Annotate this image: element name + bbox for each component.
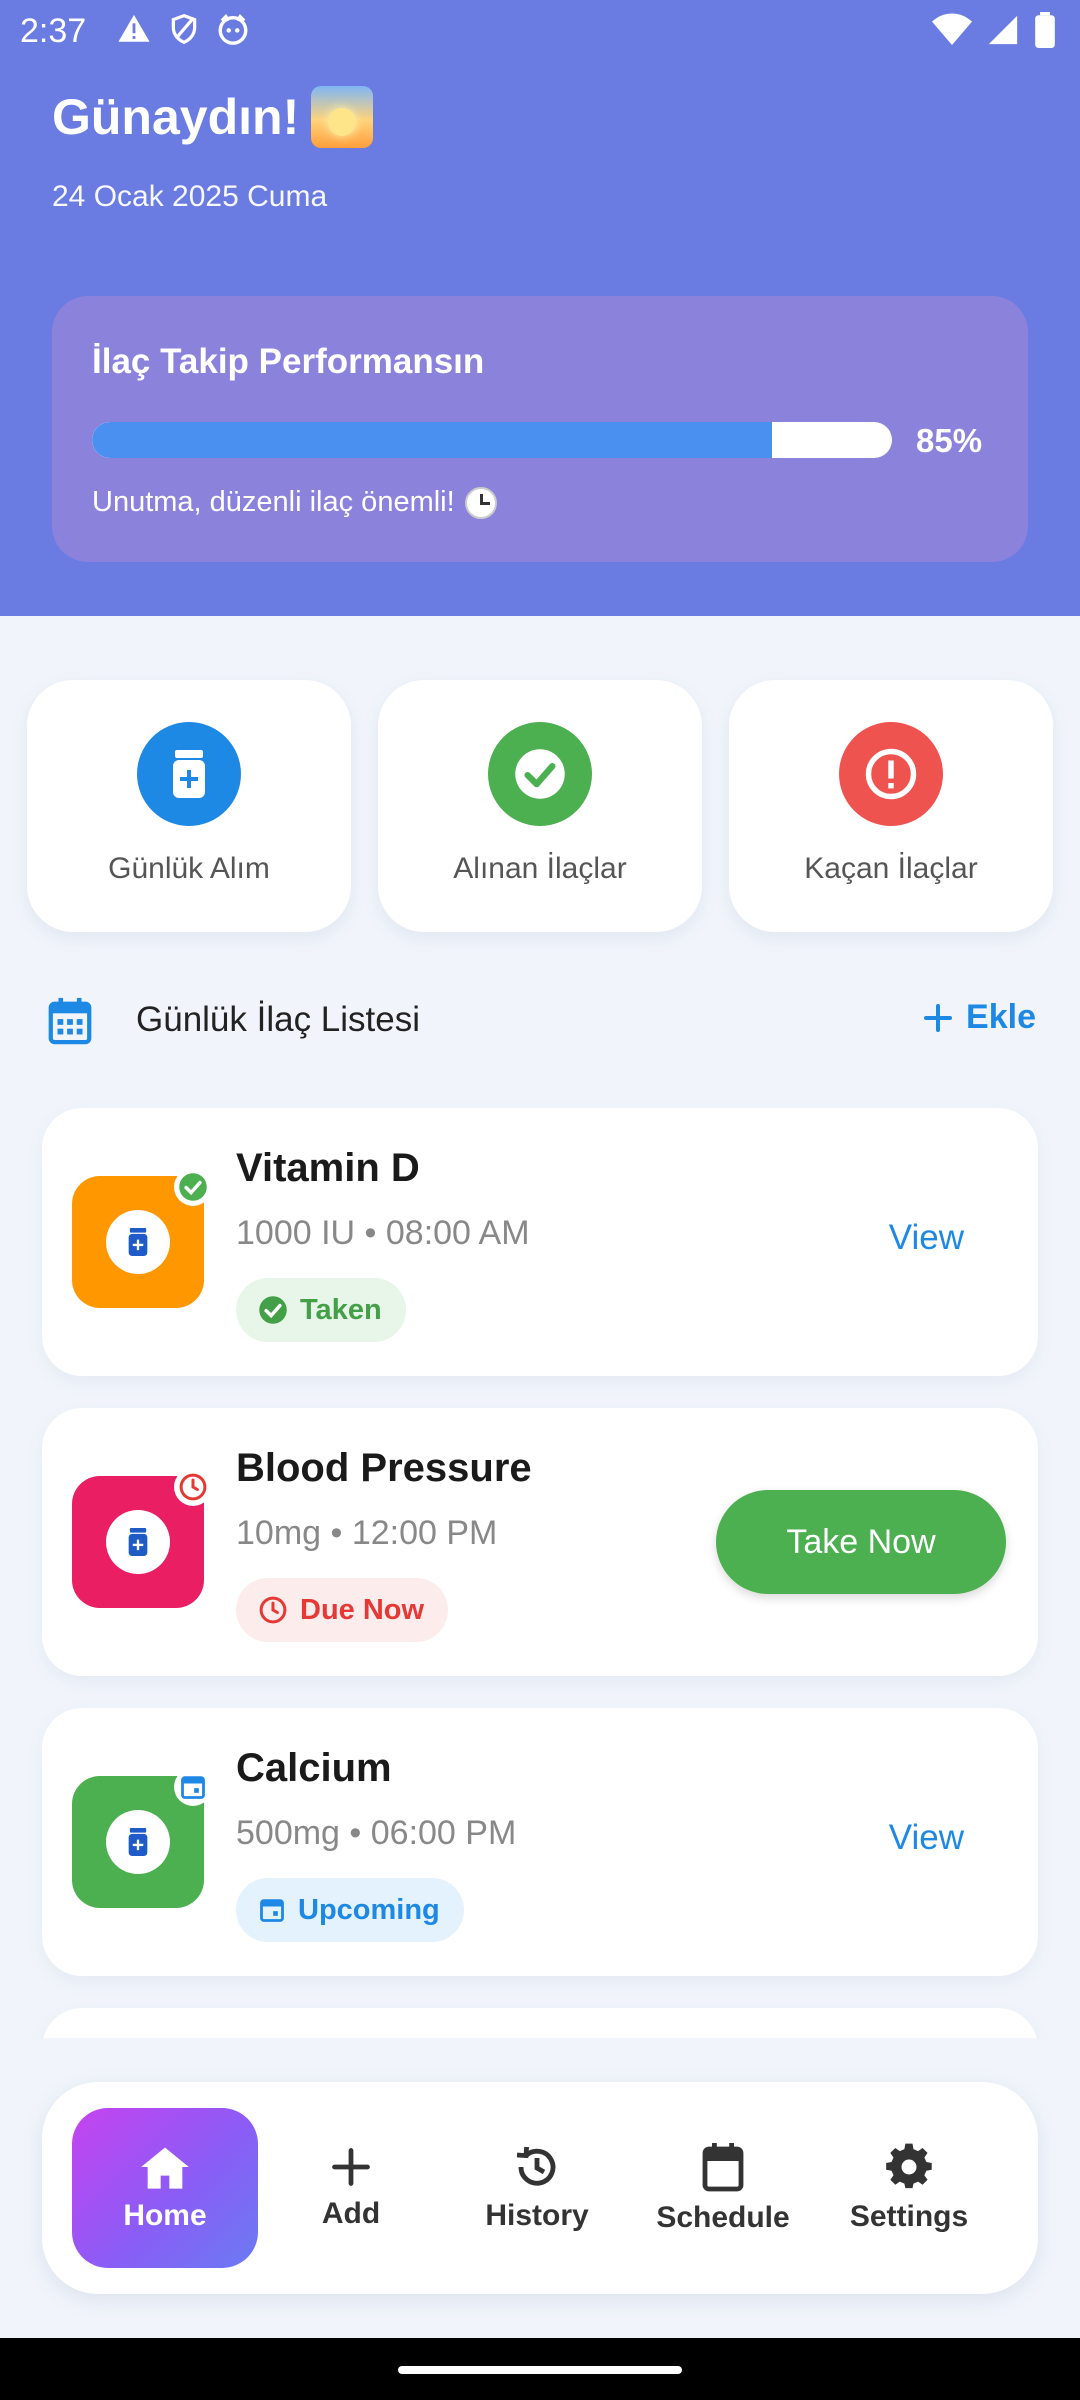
plus-icon bbox=[332, 2148, 370, 2186]
stat-card-taken[interactable]: Alınan İlaçlar bbox=[378, 680, 702, 932]
warning-icon bbox=[118, 14, 150, 42]
stats-row: Günlük Alım Alınan İlaçlar Kaçan İlaçlar bbox=[27, 680, 1053, 932]
take-now-button[interactable]: Take Now bbox=[716, 1490, 1006, 1594]
medication-thumbnail bbox=[72, 1468, 212, 1608]
clock-icon bbox=[464, 486, 497, 519]
clock-icon bbox=[259, 1596, 287, 1624]
performance-note: Unutma, düzenli ilaç önemli! bbox=[92, 486, 497, 519]
performance-note-text: Unutma, düzenli ilaç önemli! bbox=[92, 486, 455, 518]
medication-dose: 10mg • 12:00 PM bbox=[236, 1514, 498, 1552]
medication-thumbnail bbox=[72, 1168, 212, 1308]
progress-percent: 85% bbox=[916, 422, 983, 459]
status-label: Upcoming bbox=[298, 1893, 440, 1926]
shield-icon bbox=[171, 13, 197, 45]
medication-card-blood-pressure[interactable]: Blood Pressure 10mg • 12:00 PM Due Now T… bbox=[42, 1408, 1038, 1676]
add-label: Ekle bbox=[966, 998, 1036, 1036]
stat-card-missed[interactable]: Kaçan İlaçlar bbox=[729, 680, 1053, 932]
bottom-navigation: Home Add History Schedule Settings bbox=[42, 2082, 1038, 2294]
history-icon bbox=[516, 2146, 556, 2186]
greeting-text: Günaydın! bbox=[52, 89, 300, 145]
status-time: 2:37 bbox=[20, 12, 87, 50]
home-gesture-handle[interactable] bbox=[398, 2366, 682, 2374]
progress-fill bbox=[92, 422, 772, 458]
medication-dose: 500mg • 06:00 PM bbox=[236, 1814, 517, 1852]
stat-label: Günlük Alım bbox=[108, 852, 270, 885]
nav-add[interactable]: Add bbox=[258, 2108, 444, 2268]
check-circle-icon bbox=[179, 1173, 207, 1201]
cat-face-icon bbox=[218, 14, 248, 45]
check-circle-icon bbox=[488, 722, 592, 826]
medication-name: Vitamin D bbox=[236, 1146, 420, 1190]
view-button[interactable]: View bbox=[889, 1818, 964, 1858]
calendar-icon bbox=[260, 1899, 284, 1922]
nav-settings[interactable]: Settings bbox=[816, 2108, 1002, 2268]
calendar-icon bbox=[48, 997, 92, 1045]
pill-bottle-icon bbox=[128, 1528, 148, 1556]
nav-label: Add bbox=[321, 2197, 381, 2230]
section-header: Günlük İlaç Listesi Ekle bbox=[46, 990, 1036, 1048]
gear-icon bbox=[886, 2143, 932, 2189]
battery-icon bbox=[1035, 12, 1055, 48]
pill-bottle-icon bbox=[128, 1228, 148, 1256]
view-button[interactable]: View bbox=[889, 1218, 964, 1258]
pill-bottle-icon bbox=[128, 1828, 148, 1856]
medication-card-vitamin-d[interactable]: Vitamin D 1000 IU • 08:00 AM Taken View bbox=[42, 1108, 1038, 1376]
header: 2:37 Günaydın! 24 Ocak 2025 Cuma İlaç Ta… bbox=[0, 0, 1080, 616]
status-badge: Due Now bbox=[236, 1578, 449, 1642]
sunrise-icon bbox=[311, 86, 374, 148]
progress-bar bbox=[92, 422, 892, 458]
status-label: Taken bbox=[300, 1293, 382, 1326]
pill-bottle-icon bbox=[137, 722, 241, 826]
status-label: Due Now bbox=[300, 1593, 425, 1626]
medication-card-partial[interactable] bbox=[42, 2008, 1038, 2038]
calendar-icon bbox=[181, 1776, 205, 1799]
status-badge: Upcoming bbox=[236, 1878, 464, 1942]
nav-home[interactable]: Home bbox=[72, 2108, 258, 2268]
nav-label: Schedule bbox=[656, 2201, 790, 2234]
status-badge: Taken bbox=[236, 1278, 406, 1342]
medication-name: Calcium bbox=[236, 1746, 392, 1790]
home-icon bbox=[141, 2147, 189, 2189]
performance-title: İlaç Takip Performansın bbox=[92, 342, 485, 381]
stat-card-daily-intake[interactable]: Günlük Alım bbox=[27, 680, 351, 932]
check-circle-icon bbox=[259, 1296, 287, 1324]
nav-label: Settings bbox=[849, 2200, 969, 2233]
add-medication-button[interactable]: Ekle bbox=[922, 998, 1036, 1037]
medication-name: Blood Pressure bbox=[236, 1446, 532, 1490]
nav-history[interactable]: History bbox=[444, 2108, 630, 2268]
greeting: Günaydın! bbox=[52, 86, 374, 148]
gesture-bar bbox=[0, 2338, 1080, 2400]
clock-icon bbox=[179, 1473, 207, 1501]
status-bar: 2:37 bbox=[0, 0, 1080, 64]
medication-list[interactable]: Vitamin D 1000 IU • 08:00 AM Taken View … bbox=[0, 1100, 1080, 2038]
stat-label: Alınan İlaçlar bbox=[453, 852, 627, 885]
performance-card: İlaç Takip Performansın 85% Unutma, düze… bbox=[52, 296, 1028, 562]
nav-label: Home bbox=[123, 2199, 207, 2232]
nav-label: History bbox=[485, 2199, 589, 2232]
stat-label: Kaçan İlaçlar bbox=[804, 852, 978, 885]
medication-card-calcium[interactable]: Calcium 500mg • 06:00 PM Upcoming View bbox=[42, 1708, 1038, 1976]
medication-dose: 1000 IU • 08:00 AM bbox=[236, 1214, 530, 1252]
date-text: 24 Ocak 2025 Cuma bbox=[52, 180, 328, 213]
wifi-icon bbox=[932, 13, 972, 45]
alert-circle-icon bbox=[839, 722, 943, 826]
signal-icon bbox=[988, 15, 1018, 45]
nav-schedule[interactable]: Schedule bbox=[630, 2108, 816, 2268]
section-title: Günlük İlaç Listesi bbox=[136, 1000, 421, 1039]
calendar-icon bbox=[702, 2143, 744, 2192]
plus-icon bbox=[924, 1003, 953, 1032]
medication-thumbnail bbox=[72, 1768, 212, 1908]
